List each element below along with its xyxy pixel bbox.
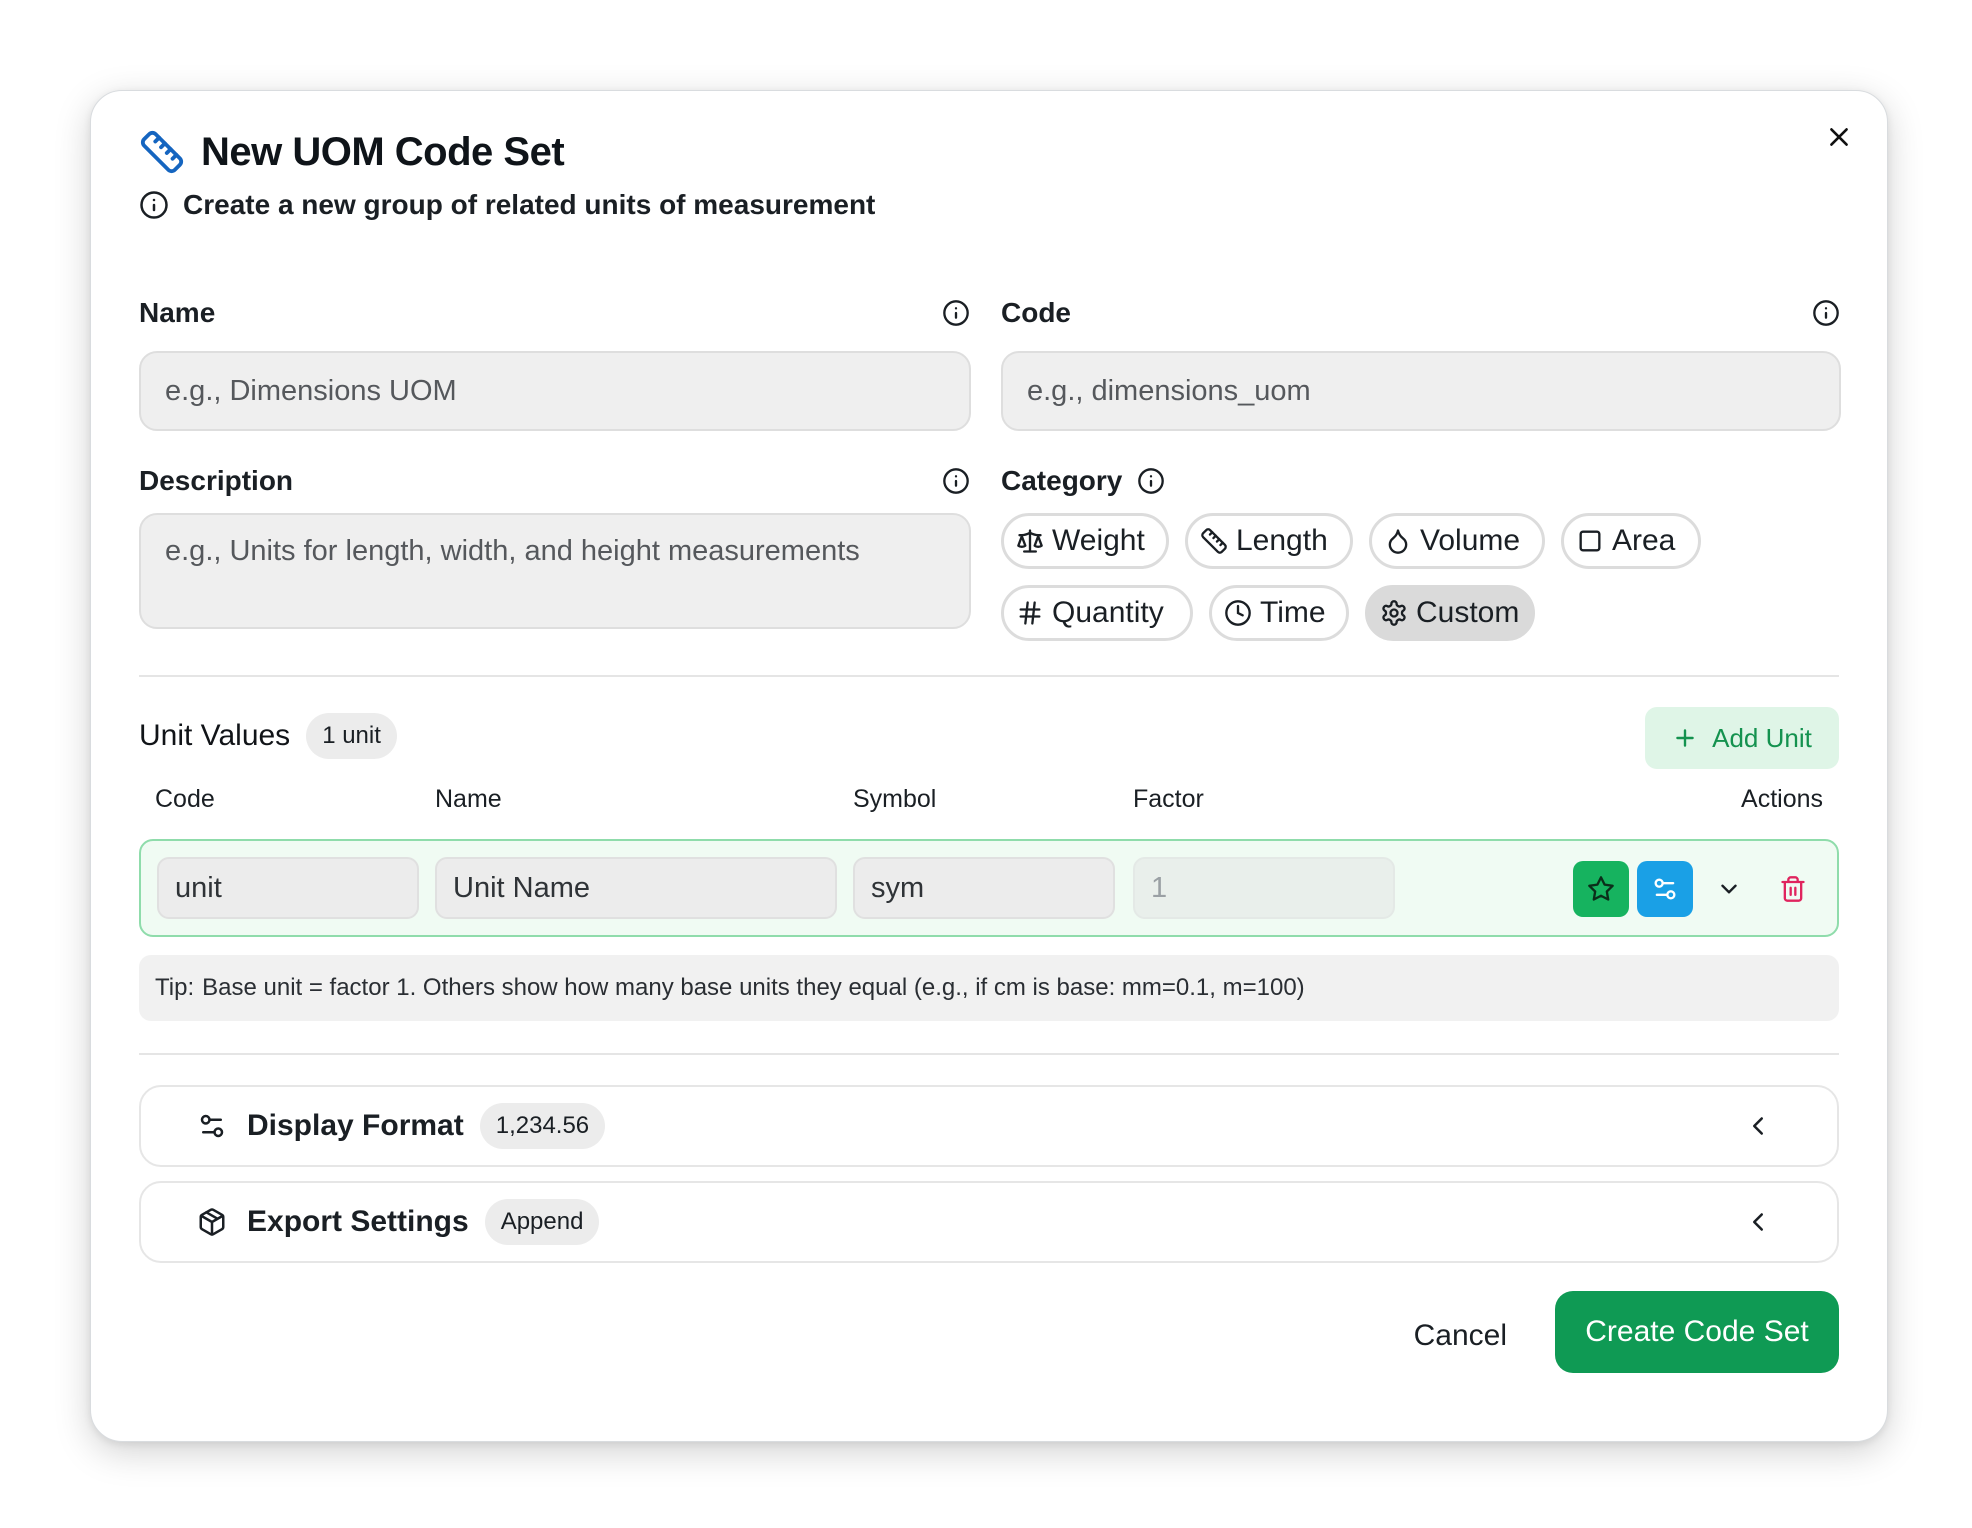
chevron-left-icon: [1753, 1213, 1763, 1231]
category-field-header: Category: [1001, 465, 1166, 497]
description-textarea[interactable]: e.g., Units for length, width, and heigh…: [139, 513, 971, 629]
unit-factor-value: 1: [1151, 871, 1168, 904]
star-icon: [1588, 876, 1614, 901]
category-info-icon[interactable]: [1136, 466, 1166, 496]
category-chip-custom[interactable]: Custom: [1365, 585, 1535, 641]
divider: [139, 1053, 1839, 1055]
export-settings-section[interactable]: Export Settings Append: [139, 1181, 1839, 1263]
unit-name-input[interactable]: Unit Name: [435, 857, 837, 919]
category-chip-area[interactable]: Area: [1561, 513, 1701, 569]
divider: [139, 675, 1839, 677]
clock-icon: [1225, 600, 1251, 626]
tip-label: Tip:: [155, 974, 195, 1001]
add-unit-label: Add Unit: [1712, 722, 1812, 753]
display-format-section[interactable]: Display Format 1,234.56: [139, 1085, 1839, 1167]
ruler-icon: [139, 129, 185, 175]
unit-symbol-input[interactable]: sym: [853, 857, 1115, 919]
tip-text: Base unit = factor 1. Others show how ma…: [202, 974, 1305, 1001]
name-info-icon[interactable]: [941, 298, 971, 328]
square-icon: [1579, 530, 1601, 552]
column-header-name: Name: [435, 785, 502, 813]
unit-code-value: unit: [175, 871, 222, 904]
factor-tip: Tip: Base unit = factor 1. Others show h…: [139, 955, 1839, 1021]
category-label: Category: [1001, 465, 1123, 496]
code-input[interactable]: e.g., dimensions_uom: [1001, 351, 1841, 431]
unit-count-badge: 1 unit: [306, 713, 397, 759]
column-header-factor: Factor: [1133, 785, 1204, 813]
description-label: Description: [139, 465, 294, 496]
close-icon: [1830, 128, 1848, 146]
category-chip-label: Custom: [1416, 596, 1520, 629]
category-chip-label: Quantity: [1052, 596, 1164, 629]
name-field-header: Name: [139, 297, 971, 329]
create-code-set-button[interactable]: Create Code Set: [1555, 1291, 1839, 1373]
sliders-icon: [1654, 878, 1676, 900]
gear-icon: [1382, 600, 1406, 626]
category-chip-label: Area: [1612, 524, 1676, 557]
column-header-actions: Actions: [1741, 785, 1823, 813]
category-chip-volume[interactable]: Volume: [1369, 513, 1545, 569]
category-chip-label: Length: [1236, 524, 1328, 557]
create-code-set-label: Create Code Set: [1585, 1315, 1809, 1348]
unit-name-value: Unit Name: [453, 871, 590, 904]
expand-unit-button[interactable]: [1701, 861, 1757, 917]
add-unit-button[interactable]: Add Unit: [1645, 707, 1839, 769]
plus-icon: [1676, 729, 1694, 747]
column-header-symbol: Symbol: [853, 785, 937, 813]
info-icon: [139, 190, 169, 220]
set-base-unit-button[interactable]: [1573, 861, 1629, 917]
unit-values-header: Unit Values 1 unit: [139, 713, 397, 759]
new-uom-code-set-dialog: New UOM Code Set Create a new group of r…: [90, 90, 1888, 1442]
dialog-title: New UOM Code Set: [201, 129, 565, 174]
cancel-button[interactable]: Cancel: [1414, 1319, 1507, 1353]
close-button[interactable]: [1819, 117, 1859, 157]
code-placeholder: e.g., dimensions_uom: [1027, 374, 1311, 407]
unit-symbol-value: sym: [871, 871, 925, 904]
category-chip-label: Volume: [1420, 524, 1521, 557]
description-placeholder: e.g., Units for length, width, and heigh…: [165, 535, 860, 567]
hash-icon: [1019, 601, 1041, 625]
chevron-down-icon: [1721, 884, 1737, 894]
export-settings-badge: Append: [484, 1199, 600, 1245]
name-input[interactable]: e.g., Dimensions UOM: [139, 351, 971, 431]
trash-icon: [1781, 876, 1805, 902]
chevron-left-icon: [1753, 1117, 1763, 1135]
dialog-header: New UOM Code Set Create a new group of r…: [139, 129, 1767, 221]
droplet-icon: [1388, 529, 1408, 554]
category-chip-quantity[interactable]: Quantity: [1001, 585, 1193, 641]
unit-values-title: Unit Values: [139, 719, 291, 752]
scale-icon: [1017, 529, 1043, 553]
category-chip-length[interactable]: Length: [1185, 513, 1353, 569]
display-format-badge: 1,234.56: [479, 1103, 606, 1149]
code-info-icon[interactable]: [1811, 298, 1841, 328]
display-format-title: Display Format: [247, 1109, 464, 1142]
column-header-code: Code: [155, 785, 215, 813]
unit-row: unit Unit Name sym 1: [139, 839, 1839, 937]
description-info-icon[interactable]: [941, 466, 971, 496]
code-field-header: Code: [1001, 297, 1841, 329]
description-field-header: Description: [139, 465, 971, 497]
category-chip-label: Time: [1260, 596, 1326, 629]
export-settings-title: Export Settings: [247, 1205, 469, 1238]
unit-code-input[interactable]: unit: [157, 857, 419, 919]
name-label: Name: [139, 297, 216, 328]
delete-unit-button[interactable]: [1765, 861, 1821, 917]
category-chip-time[interactable]: Time: [1209, 585, 1349, 641]
category-chip-label: Weight: [1052, 524, 1145, 557]
sliders-icon: [200, 1114, 224, 1138]
ruler-icon: [1201, 528, 1227, 554]
unit-settings-button[interactable]: [1637, 861, 1693, 917]
code-label: Code: [1001, 297, 1071, 328]
category-chip-weight[interactable]: Weight: [1001, 513, 1169, 569]
unit-factor-input: 1: [1133, 857, 1395, 919]
dialog-subtitle: Create a new group of related units of m…: [183, 189, 876, 220]
name-placeholder: e.g., Dimensions UOM: [165, 374, 457, 407]
package-icon: [199, 1208, 225, 1236]
